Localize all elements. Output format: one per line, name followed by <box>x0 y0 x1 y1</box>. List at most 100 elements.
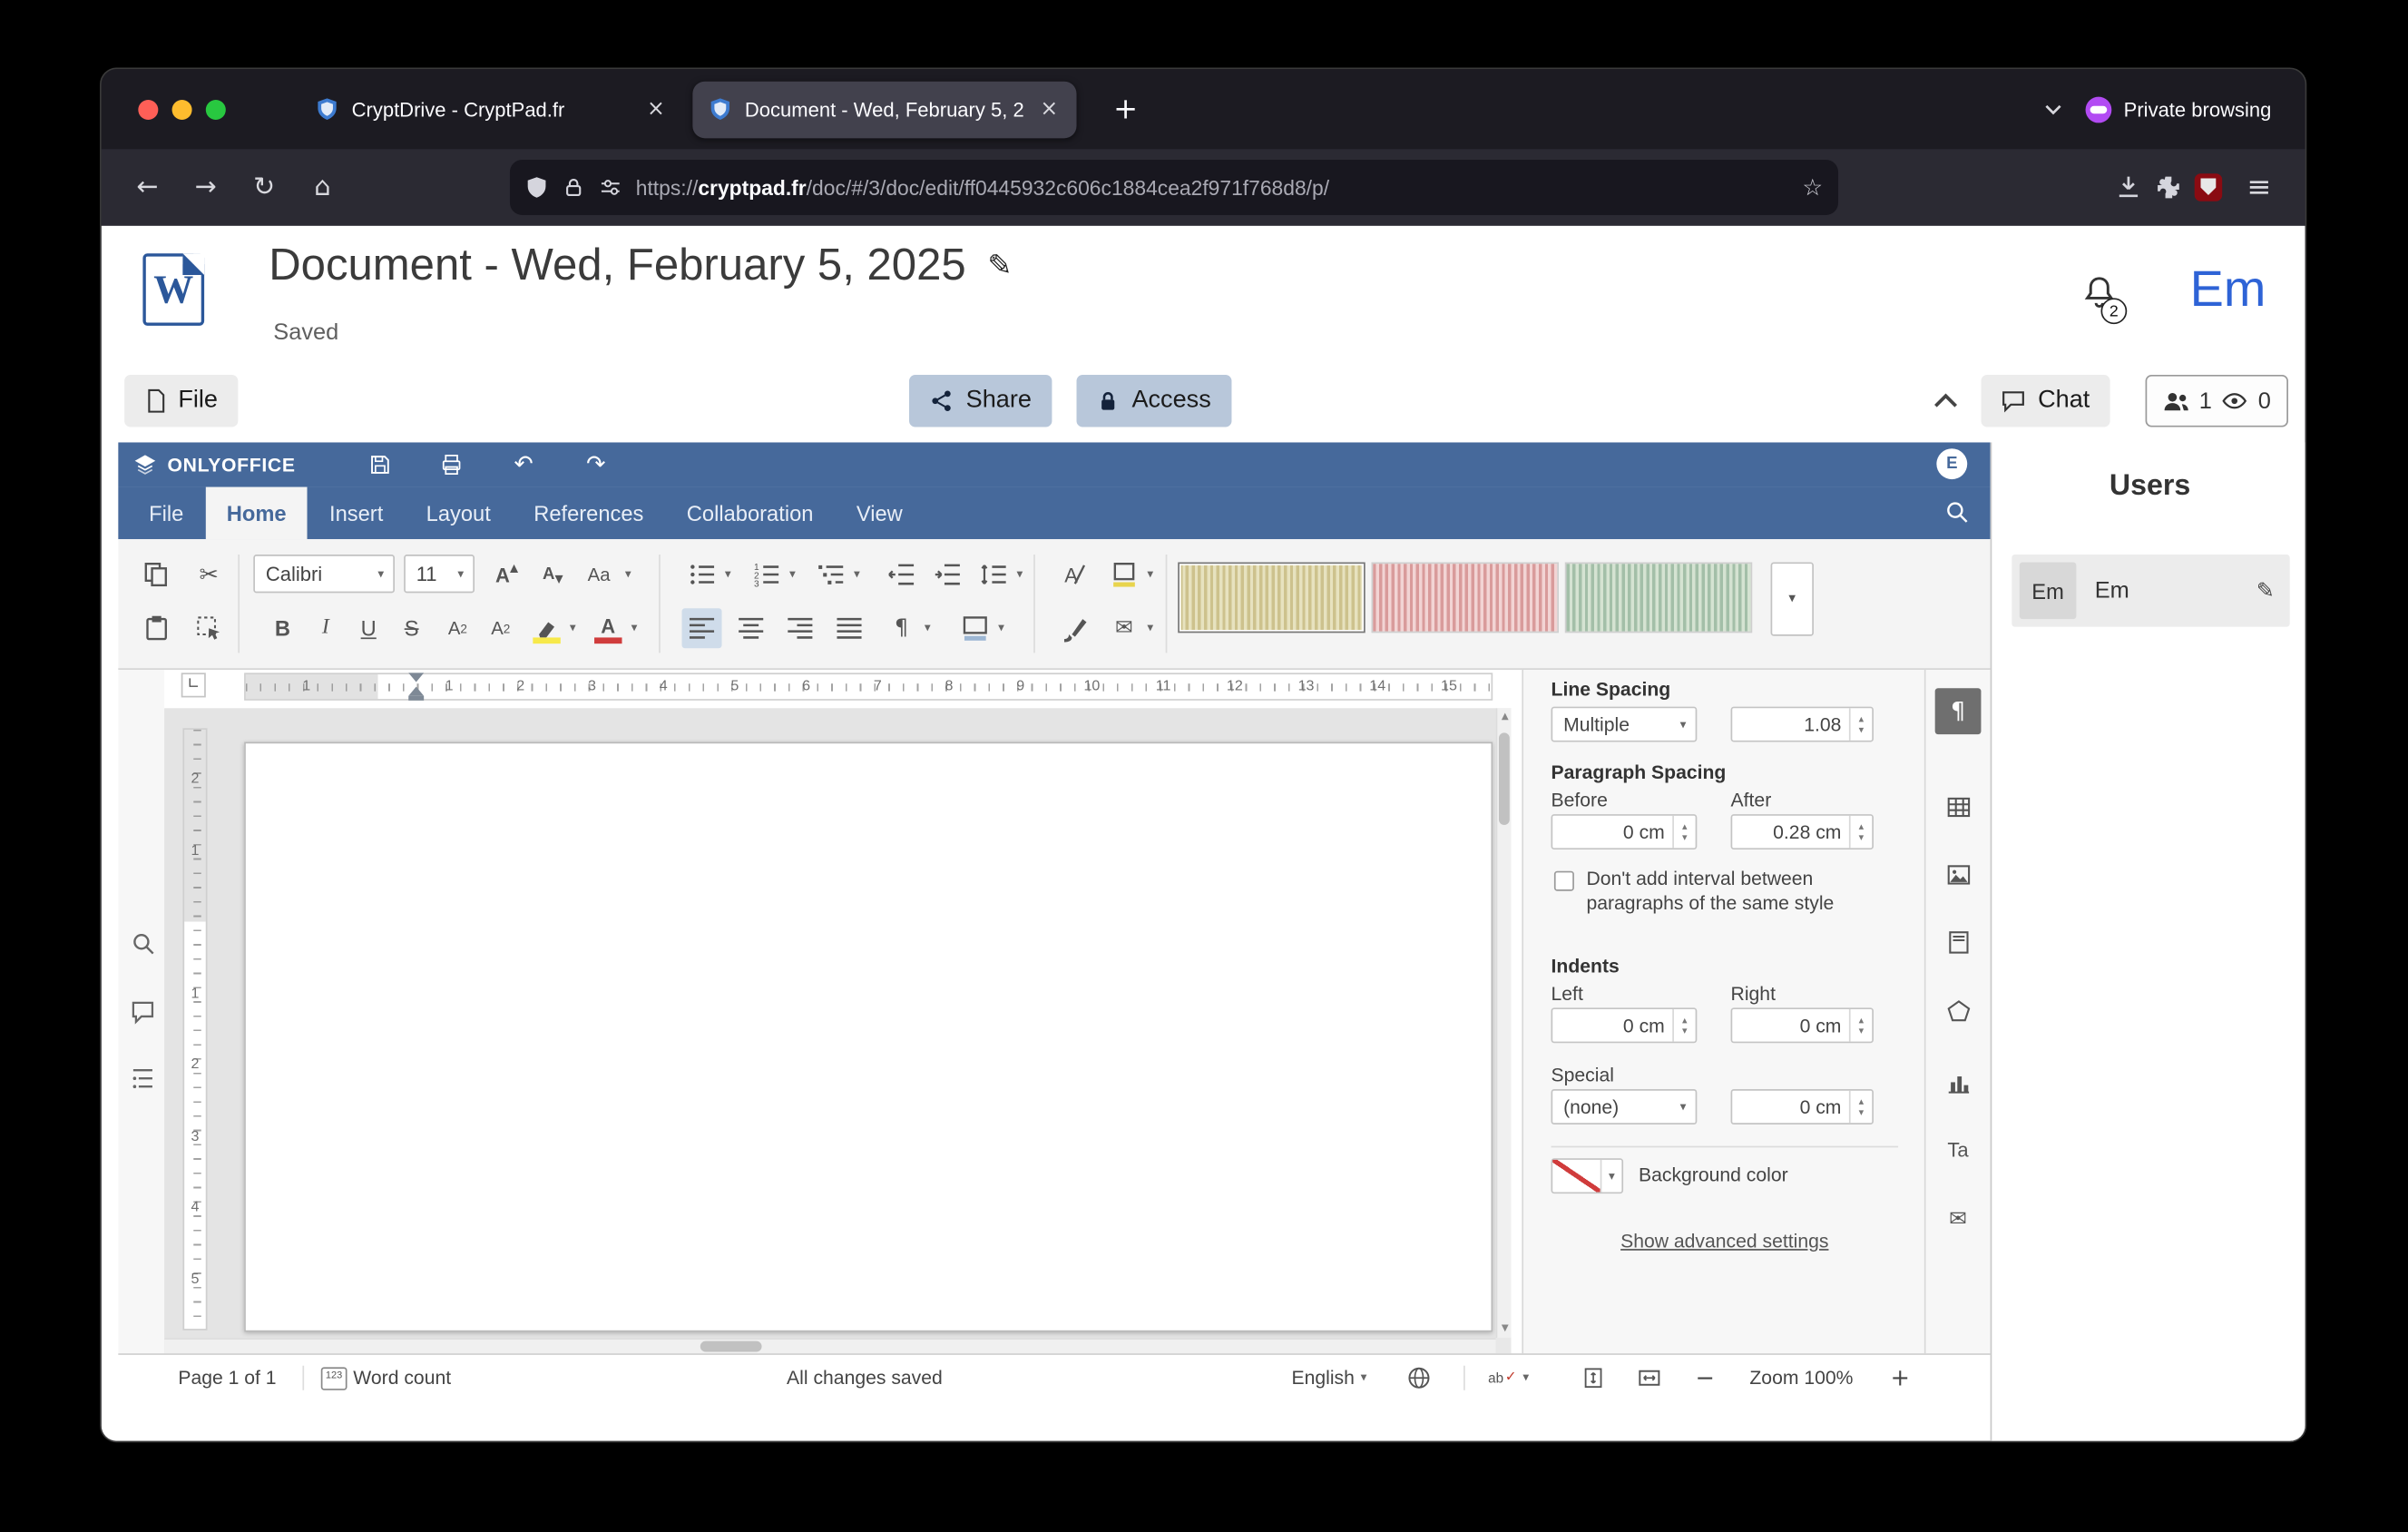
zoom-window-button[interactable] <box>206 99 226 119</box>
numbered-list-button[interactable]: 123 <box>747 555 787 594</box>
comments-icon[interactable] <box>127 997 158 1027</box>
editor-menu-tab[interactable]: File <box>127 487 205 540</box>
document-page[interactable] <box>244 742 1493 1332</box>
access-button[interactable]: Access <box>1077 375 1231 427</box>
extensions-puzzle-icon[interactable] <box>2155 173 2182 201</box>
user-list-button[interactable]: 1 0 <box>2146 375 2288 427</box>
paragraph-settings-tab[interactable]: ¶ <box>1935 688 1982 734</box>
chevron-down-icon[interactable]: ▾ <box>1141 555 1160 594</box>
interval-checkbox[interactable] <box>1554 871 1574 891</box>
file-menu-button[interactable]: File <box>124 375 238 427</box>
italic-button[interactable]: I <box>306 608 346 648</box>
editor-menu-tab[interactable]: References <box>513 487 666 540</box>
spin-up-icon[interactable]: ▴ <box>1682 821 1688 831</box>
scroll-up-icon[interactable]: ▲ <box>1497 712 1511 722</box>
spin-down-icon[interactable]: ▾ <box>1682 1026 1688 1036</box>
zoom-out-button[interactable]: − <box>1696 1355 1715 1401</box>
editor-menu-tab[interactable]: Collaboration <box>665 487 835 540</box>
image-settings-tab[interactable] <box>1935 851 1982 898</box>
spacing-after-spinner[interactable]: 0.28 cm ▴▾ <box>1731 814 1874 849</box>
chevron-down-icon[interactable]: ▾ <box>563 608 582 648</box>
word-count-button[interactable]: 123 Word count <box>321 1355 451 1401</box>
fit-width-button[interactable] <box>1637 1355 1661 1401</box>
background-color-picker[interactable]: ▾ <box>1551 1158 1624 1193</box>
bold-button[interactable]: B <box>262 608 302 648</box>
paragraph-shading-button[interactable] <box>955 608 995 648</box>
chevron-down-icon[interactable]: ▾ <box>1011 555 1029 594</box>
decrease-indent-button[interactable] <box>882 555 922 594</box>
decrement-font-button[interactable]: A▼ <box>533 555 573 594</box>
page-color-button[interactable] <box>1104 555 1144 594</box>
align-center-button[interactable] <box>731 608 771 648</box>
paste-button[interactable] <box>137 608 177 648</box>
spacing-before-spinner[interactable]: 0 cm ▴▾ <box>1551 814 1698 849</box>
style-gallery-expand-button[interactable]: ▾ <box>1771 562 1814 635</box>
home-button[interactable]: ⌂ <box>298 162 347 211</box>
subscript-button[interactable]: A2 <box>481 608 521 648</box>
navigation-headings-icon[interactable] <box>127 1063 158 1094</box>
editor-user-badge[interactable]: E <box>1936 448 1967 479</box>
zoom-in-button[interactable]: + <box>1891 1355 1910 1401</box>
redo-button[interactable]: ↷ <box>577 447 614 481</box>
spin-down-icon[interactable]: ▾ <box>1682 832 1688 842</box>
chevron-down-icon[interactable]: ▾ <box>619 555 637 594</box>
minimize-window-button[interactable] <box>172 99 192 119</box>
document-language-button[interactable] <box>1406 1355 1431 1401</box>
clear-style-button[interactable]: A <box>1055 555 1095 594</box>
style-gallery-item[interactable] <box>1371 562 1558 633</box>
fit-page-button[interactable] <box>1581 1355 1604 1401</box>
scroll-down-icon[interactable]: ▼ <box>1497 1324 1511 1333</box>
increment-font-button[interactable]: A▲ <box>487 555 527 594</box>
edit-title-pencil-icon[interactable]: ✎ <box>987 252 1012 281</box>
line-spacing-select[interactable]: Multiple ▾ <box>1551 707 1698 742</box>
special-amount-spinner[interactable]: 0 cm ▴▾ <box>1731 1089 1874 1124</box>
forward-button[interactable]: → <box>181 162 230 211</box>
tab-close-icon[interactable]: × <box>1037 98 1062 120</box>
spin-up-icon[interactable]: ▴ <box>1859 821 1865 831</box>
tab-close-icon[interactable]: × <box>644 98 669 120</box>
vertical-scroll-thumb[interactable] <box>1499 732 1510 825</box>
notifications-bell[interactable]: 2 <box>2080 273 2132 326</box>
document-canvas[interactable]: 2112345 ▲ ▼ <box>164 708 1511 1353</box>
style-gallery-item[interactable] <box>1178 562 1365 633</box>
indent-left-spinner[interactable]: 0 cm ▴▾ <box>1551 1007 1698 1043</box>
indent-right-spinner[interactable]: 0 cm ▴▾ <box>1731 1007 1874 1043</box>
downloads-icon[interactable] <box>2115 173 2142 201</box>
underline-button[interactable]: U <box>348 608 388 648</box>
bookmark-star-icon[interactable]: ☆ <box>1802 176 1823 199</box>
back-button[interactable]: ← <box>122 162 171 211</box>
chat-button[interactable]: Chat <box>1981 375 2109 427</box>
vertical-scrollbar[interactable]: ▲ ▼ <box>1496 708 1512 1338</box>
ublock-origin-icon[interactable] <box>2195 173 2222 201</box>
chevron-down-icon[interactable]: ▾ <box>625 608 643 648</box>
spin-up-icon[interactable]: ▴ <box>1859 1015 1865 1025</box>
tracking-shield-icon[interactable] <box>525 175 548 200</box>
spin-up-icon[interactable]: ▴ <box>1859 1096 1865 1106</box>
spin-up-icon[interactable]: ▴ <box>1682 1015 1688 1025</box>
save-button[interactable] <box>361 447 398 481</box>
language-selector[interactable]: English ▾ <box>1291 1355 1366 1401</box>
horizontal-scrollbar[interactable] <box>164 1338 1495 1353</box>
align-right-button[interactable] <box>780 608 820 648</box>
spin-down-icon[interactable]: ▾ <box>1859 725 1865 735</box>
text-art-settings-tab[interactable]: Ta <box>1935 1126 1982 1173</box>
font-color-button[interactable]: A <box>588 608 628 648</box>
spin-down-icon[interactable]: ▾ <box>1859 1107 1865 1117</box>
line-spacing-amount-spinner[interactable]: 1.08 ▴▾ <box>1731 707 1874 742</box>
bullet-list-button[interactable] <box>682 555 722 594</box>
copy-style-button[interactable] <box>1055 608 1095 648</box>
special-select[interactable]: (none) ▾ <box>1551 1089 1698 1124</box>
advanced-settings-link[interactable]: Show advanced settings <box>1523 1231 1925 1252</box>
print-button[interactable] <box>433 447 470 481</box>
justify-button[interactable] <box>829 608 869 648</box>
line-spacing-button[interactable] <box>974 555 1013 594</box>
font-name-select[interactable]: Calibri ▾ <box>253 555 395 593</box>
editor-menu-tab[interactable]: Insert <box>308 487 405 540</box>
cut-scissors-button[interactable]: ✂ <box>189 555 229 594</box>
editor-menu-tab[interactable]: View <box>835 487 924 540</box>
chevron-down-icon[interactable]: ▾ <box>783 555 801 594</box>
permissions-sliders-icon[interactable] <box>599 175 622 200</box>
edit-user-pencil-icon[interactable]: ✎ <box>2256 580 2275 602</box>
increase-indent-button[interactable] <box>927 555 967 594</box>
undo-button[interactable]: ↶ <box>505 447 543 481</box>
